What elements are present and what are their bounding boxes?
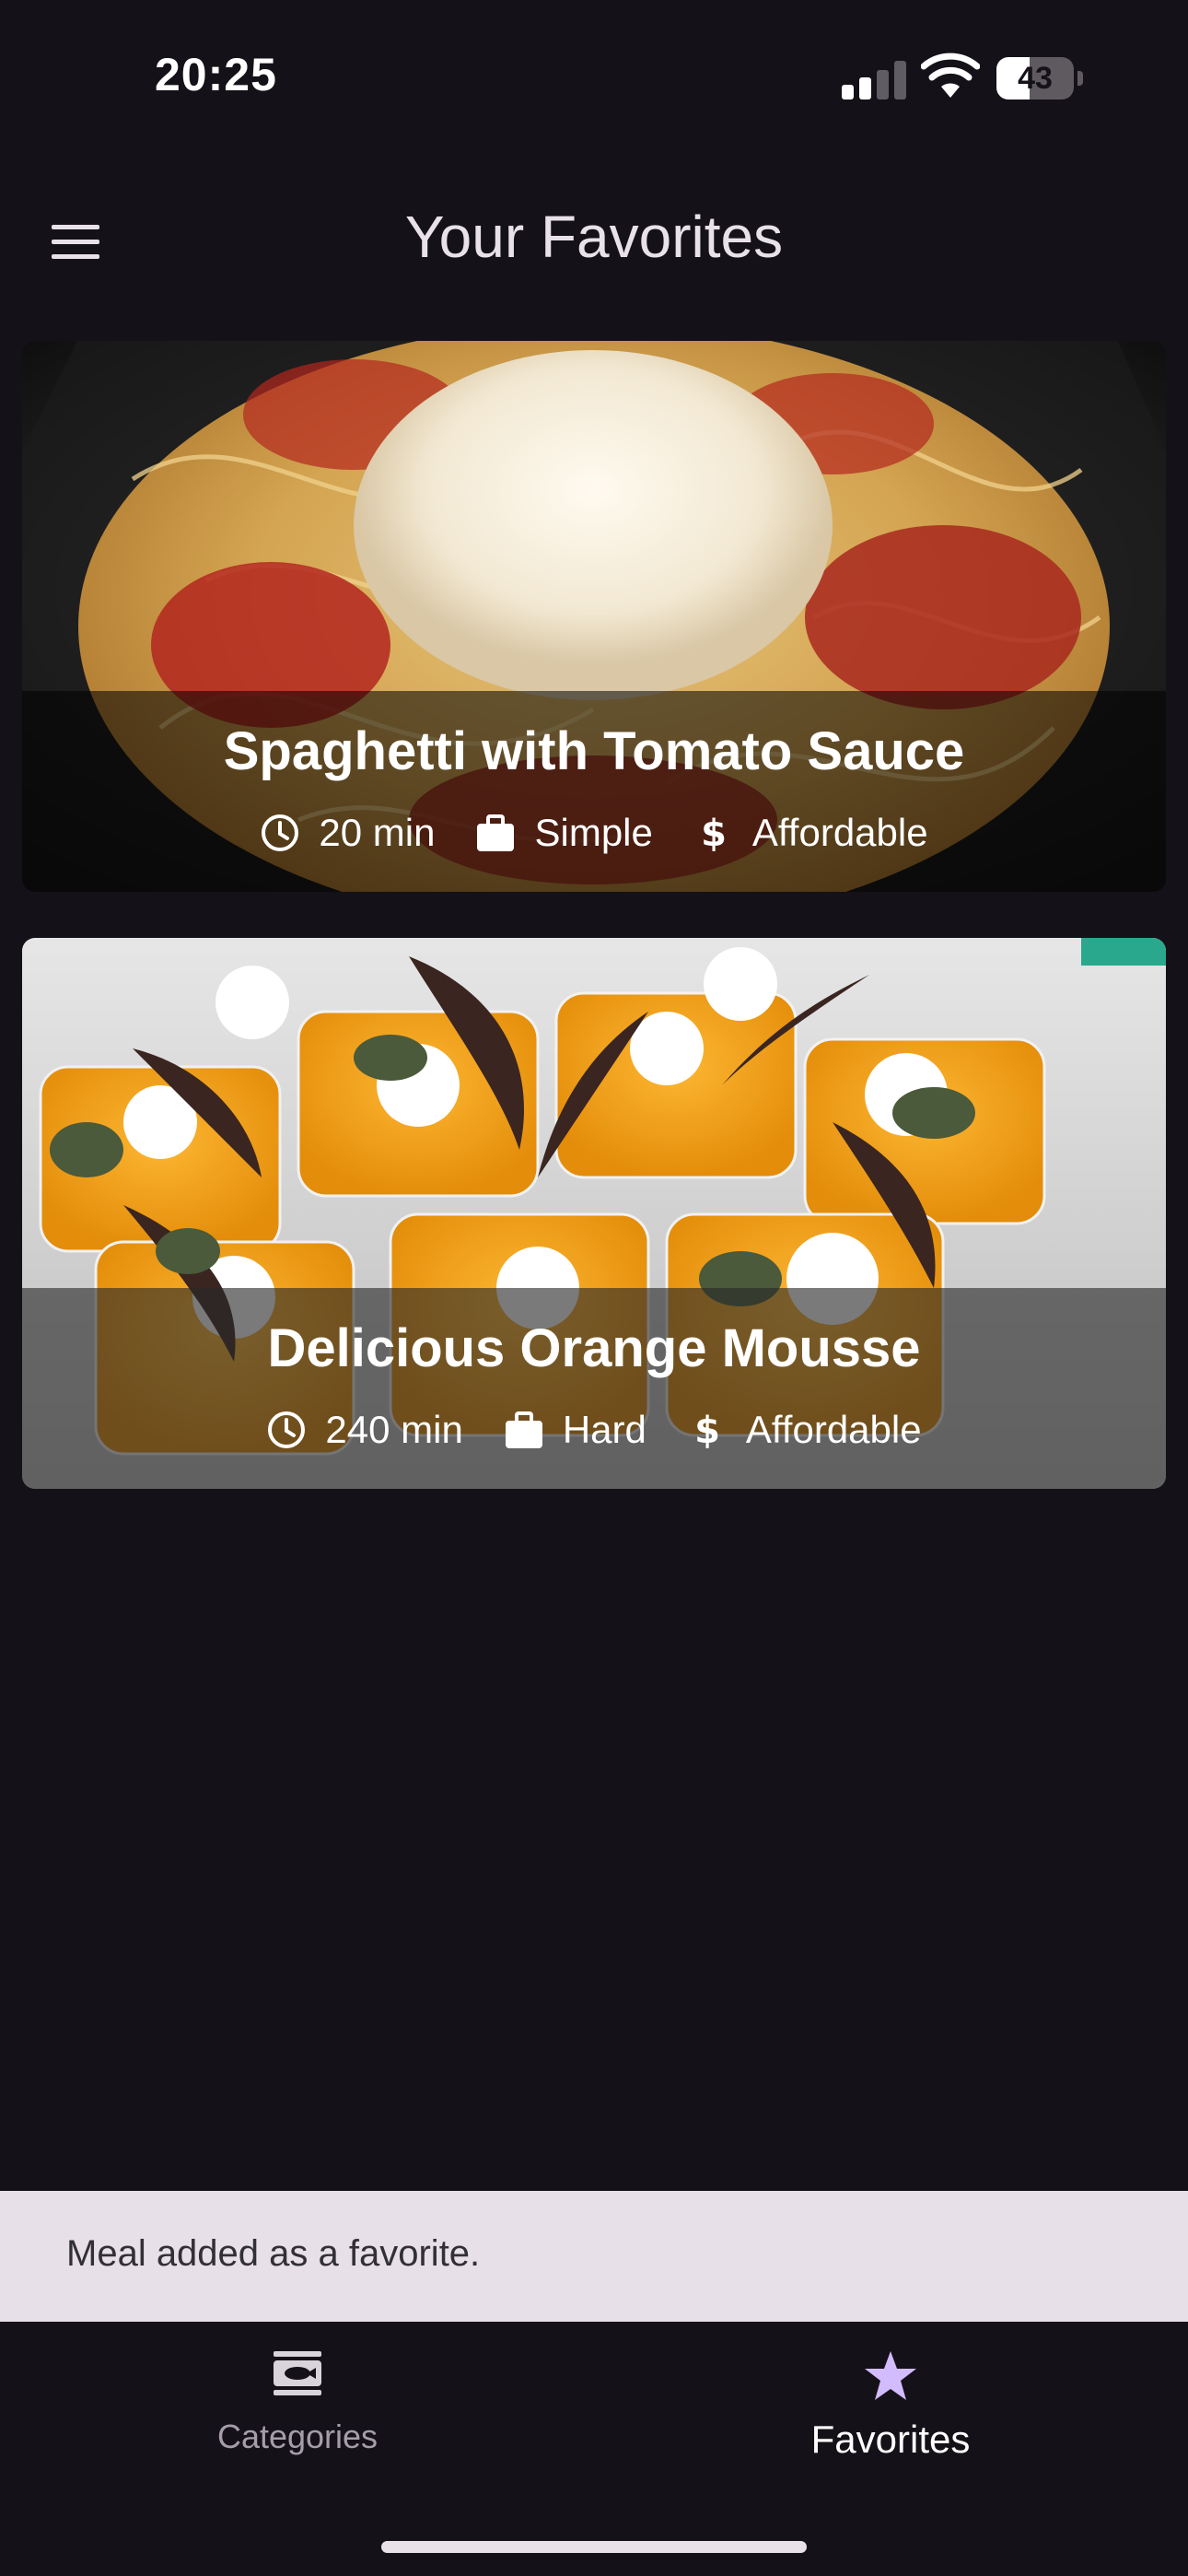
nav-item-categories[interactable]: Categories [113,2349,482,2488]
complexity-text: Simple [534,811,653,854]
categories-icon [274,2351,321,2395]
wifi-icon [921,53,980,98]
star-icon [865,2351,916,2400]
bottom-navigation: Categories Favorites [0,2322,1188,2576]
cellular-signal-icon [842,59,906,100]
snackbar: Meal added as a favorite. [0,2191,1188,2322]
briefcase-icon [477,814,515,851]
page-title: Your Favorites [404,204,784,270]
status-bar: 20:25 43 [0,0,1188,157]
meal-overlay: Spaghetti with Tomato Sauce 20 min Simpl… [22,691,1166,892]
briefcase-icon [505,1411,542,1448]
clock-icon [262,814,299,851]
status-time: 20:25 [155,49,277,100]
meal-title: Delicious Orange Mousse [267,1318,921,1378]
meal-meta: 20 min Simple $ Affordable [22,811,1166,855]
app-bar: Your Favorites [0,184,1188,295]
duration-text: 240 min [325,1408,463,1451]
complexity-info: Simple [475,811,653,855]
meal-title: Spaghetti with Tomato Sauce [223,721,965,781]
nav-item-favorites[interactable]: Favorites [706,2349,1075,2488]
clock-icon [268,1411,306,1448]
nav-label-favorites: Favorites [810,2418,971,2461]
dollar-icon: $ [701,813,727,853]
affordability-info: $ Affordable [693,811,928,855]
affordability-text: Affordable [745,1408,922,1451]
nav-label-categories: Categories [216,2418,379,2455]
complexity-info: Hard [504,1408,646,1452]
meal-card[interactable]: Delicious Orange Mousse 240 min Hard $ A… [22,938,1166,1489]
meal-card[interactable]: Spaghetti with Tomato Sauce 20 min Simpl… [22,341,1166,892]
duration-info: 20 min [260,811,435,855]
affordability-info: $ Affordable [687,1408,922,1452]
snackbar-message: Meal added as a favorite. [66,2233,481,2274]
battery-icon: 43 [996,57,1085,100]
battery-level: 43 [1018,61,1053,96]
affordability-text: Affordable [751,811,928,854]
complexity-text: Hard [562,1408,646,1451]
duration-text: 20 min [319,811,436,854]
home-indicator[interactable] [381,2541,807,2553]
meal-meta: 240 min Hard $ Affordable [22,1408,1166,1452]
meal-overlay: Delicious Orange Mousse 240 min Hard $ A… [22,1288,1166,1489]
duration-info: 240 min [266,1408,463,1452]
svg-text:$: $ [694,1410,720,1450]
dollar-icon: $ [694,1410,720,1450]
svg-text:$: $ [701,813,727,853]
